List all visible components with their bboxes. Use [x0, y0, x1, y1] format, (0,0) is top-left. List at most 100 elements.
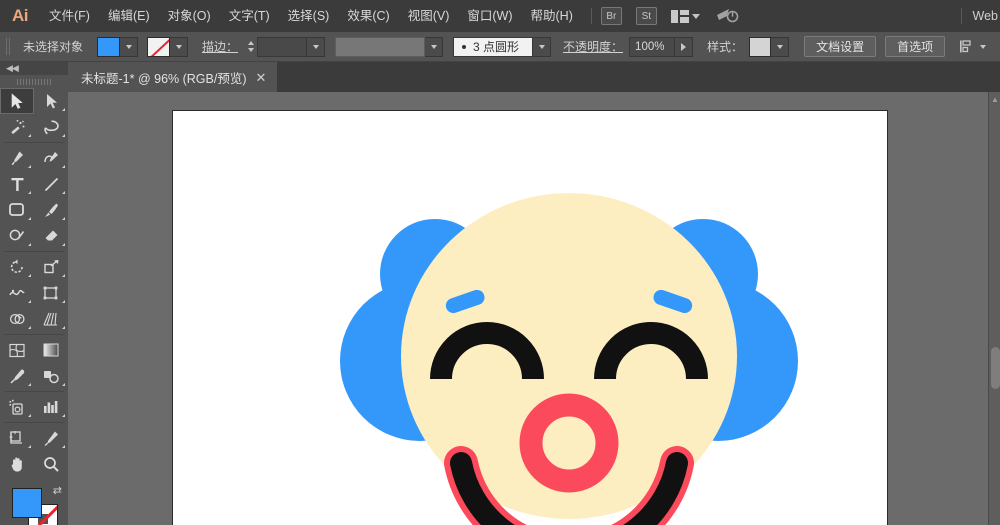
menu-object[interactable]: 对象(O)	[159, 0, 220, 32]
free-transform-tool[interactable]	[34, 280, 68, 306]
menu-view[interactable]: 视图(V)	[399, 0, 459, 32]
align-icon	[960, 40, 971, 53]
chevron-down-icon[interactable]	[691, 13, 700, 19]
stroke-dropdown-button[interactable]	[170, 36, 189, 57]
opacity-label[interactable]: 不透明度：	[563, 38, 623, 55]
width-tool[interactable]	[0, 280, 34, 306]
workspace-label[interactable]: Web	[973, 0, 1000, 32]
stroke-swatch-none[interactable]	[147, 36, 171, 57]
perspective-grid-tool[interactable]	[34, 306, 68, 332]
align-options-control[interactable]	[959, 39, 987, 54]
stock-button[interactable]: St	[635, 7, 657, 25]
scroll-up-icon[interactable]: ▲	[991, 95, 999, 104]
options-bar-grip[interactable]	[3, 36, 12, 57]
tool-grid	[0, 88, 68, 477]
menu-help[interactable]: 帮助(H)	[522, 0, 582, 32]
stroke-weight-stepper[interactable]	[244, 37, 257, 57]
menu-select[interactable]: 选择(S)	[279, 0, 339, 32]
style-dropdown-button[interactable]	[771, 36, 790, 57]
hand-tool[interactable]	[0, 451, 34, 477]
menu-file[interactable]: 文件(F)	[40, 0, 99, 32]
eraser-tool[interactable]	[34, 223, 68, 249]
tool-divider	[4, 391, 64, 392]
brush-definition-label: 3 点圆形	[473, 40, 520, 54]
menu-type[interactable]: 文字(T)	[220, 0, 279, 32]
menubar-divider	[590, 8, 592, 24]
pen-tool[interactable]	[0, 145, 34, 171]
bridge-button[interactable]: Br	[600, 7, 622, 25]
blend-tool[interactable]	[34, 363, 68, 389]
column-graph-tool[interactable]	[34, 394, 68, 420]
tools-panel-grip[interactable]	[0, 75, 68, 88]
shape-builder-tool[interactable]	[0, 306, 34, 332]
fill-color-control[interactable]	[97, 36, 139, 57]
magic-wand-tool[interactable]	[0, 114, 34, 140]
width-profile-dropdown-button[interactable]	[425, 36, 444, 57]
vertical-scrollbar-thumb[interactable]	[991, 347, 1000, 389]
zoom-tool[interactable]	[34, 451, 68, 477]
chevron-down-icon	[125, 44, 132, 49]
illustrator-window: Ai 文件(F) 编辑(E) 对象(O) 文字(T) 选择(S) 效果(C) 视…	[0, 0, 1000, 525]
document-setup-button[interactable]: 文档设置	[804, 36, 877, 57]
clown-face-illustration[interactable]	[173, 111, 889, 525]
opacity-flyout-button[interactable]	[675, 36, 694, 57]
workspace-divider	[961, 8, 962, 24]
width-profile-select[interactable]	[335, 36, 426, 57]
fill-color-swatch[interactable]	[12, 488, 42, 518]
brush-definition-select[interactable]: 3 点圆形	[453, 36, 534, 57]
curvature-tool[interactable]	[34, 145, 68, 171]
menu-window[interactable]: 窗口(W)	[458, 0, 521, 32]
symbol-sprayer-tool[interactable]	[0, 394, 34, 420]
eyedropper-tool[interactable]	[0, 363, 34, 389]
menu-effect[interactable]: 效果(C)	[338, 0, 398, 32]
close-icon[interactable]: ✕	[256, 71, 267, 84]
shaper-tool[interactable]	[0, 223, 34, 249]
fill-swatch[interactable]	[97, 36, 121, 57]
brush-dropdown-button[interactable]	[533, 36, 552, 57]
swap-fill-stroke-icon[interactable]: ⇄	[53, 484, 62, 497]
direct-selection-tool[interactable]	[34, 88, 68, 114]
artboard[interactable]	[172, 110, 888, 525]
chevron-down-icon	[430, 44, 437, 49]
graphic-style-swatch[interactable]	[749, 36, 772, 57]
stroke-color-control[interactable]	[147, 36, 189, 57]
tool-divider	[4, 422, 64, 423]
chevron-down-icon	[776, 44, 783, 49]
tool-divider	[4, 251, 64, 252]
rectangle-tool[interactable]	[0, 197, 34, 223]
vertical-scrollbar[interactable]: ▲	[988, 92, 1000, 525]
rotate-tool[interactable]	[0, 254, 34, 280]
artboard-tool[interactable]	[0, 425, 34, 451]
paintbrush-tool[interactable]	[34, 197, 68, 223]
mesh-tool[interactable]	[0, 337, 34, 363]
type-tool[interactable]	[0, 171, 34, 197]
stroke-weight-input[interactable]	[257, 36, 308, 57]
tool-divider	[4, 334, 64, 335]
document-tab-bar: 未标题-1* @ 96% (RGB/预览) ✕	[0, 62, 1000, 92]
tools-panel-header[interactable]: ◀◀	[0, 62, 68, 75]
brush-dot-icon	[462, 44, 467, 49]
document-tab[interactable]: 未标题-1* @ 96% (RGB/预览) ✕	[68, 62, 278, 92]
fill-dropdown-button[interactable]	[120, 36, 139, 57]
menu-bar: Ai 文件(F) 编辑(E) 对象(O) 文字(T) 选择(S) 效果(C) 视…	[0, 0, 1000, 32]
menu-edit[interactable]: 编辑(E)	[99, 0, 159, 32]
chevron-down-icon[interactable]	[980, 44, 987, 49]
arrange-documents-icon[interactable]	[670, 9, 689, 23]
lasso-tool[interactable]	[34, 114, 68, 140]
stroke-weight-dropdown-button[interactable]	[307, 36, 326, 57]
selection-tool[interactable]	[0, 88, 34, 114]
opacity-input[interactable]: 100%	[629, 36, 676, 57]
fill-stroke-controls: ⇄	[0, 480, 68, 525]
gradient-tool[interactable]	[34, 337, 68, 363]
stroke-weight-label[interactable]: 描边：	[202, 38, 238, 55]
selection-status-label: 未选择对象	[23, 40, 84, 54]
creative-cloud-sync-icon[interactable]	[716, 6, 740, 27]
slice-tool[interactable]	[34, 425, 68, 451]
line-segment-tool[interactable]	[34, 171, 68, 197]
canvas-area[interactable]	[68, 92, 988, 525]
preferences-button[interactable]: 首选项	[885, 36, 946, 57]
collapse-panel-icon[interactable]: ◀◀	[6, 63, 19, 74]
scale-tool[interactable]	[34, 254, 68, 280]
style-label: 样式：	[707, 40, 744, 54]
tool-divider	[4, 142, 64, 143]
